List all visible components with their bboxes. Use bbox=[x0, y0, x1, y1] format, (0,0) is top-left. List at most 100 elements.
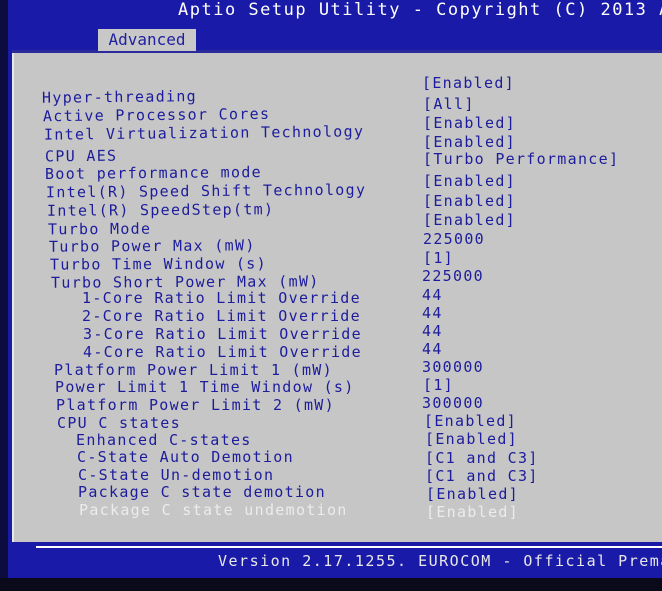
setting-row[interactable]: Intel(R) SpeedStep(tm) bbox=[47, 200, 274, 220]
setting-row[interactable]: 4-Core Ratio Limit Override bbox=[83, 343, 362, 361]
setting-label: CPU AES bbox=[44, 146, 118, 166]
setting-value[interactable]: [Turbo Performance] bbox=[423, 150, 619, 168]
monitor-bezel bbox=[0, 0, 8, 591]
setting-label: 4-Core Ratio Limit Override bbox=[83, 343, 362, 361]
setting-row[interactable]: C-State Auto Demotion bbox=[77, 448, 294, 466]
tab-advanced[interactable]: Advanced bbox=[98, 29, 196, 51]
setting-value-text: [Enabled] bbox=[423, 172, 516, 190]
setting-value[interactable]: [Enabled] bbox=[423, 211, 516, 229]
setting-value-text: 225000 bbox=[423, 230, 485, 248]
setting-value[interactable]: [All] bbox=[423, 95, 475, 113]
setting-row[interactable]: C-State Un-demotion bbox=[78, 466, 274, 484]
setting-value-text: [C1 and C3] bbox=[425, 449, 539, 467]
setting-value-text: 300000 bbox=[422, 394, 484, 412]
setting-label: Turbo Mode bbox=[47, 219, 152, 239]
setting-label: Turbo Time Window (s) bbox=[49, 254, 267, 274]
setting-value-text: 44 bbox=[422, 322, 443, 340]
setting-label: Active Processor Cores bbox=[42, 104, 271, 126]
version-footer: Version 2.17.1255. EUROCOM - Official Pr… bbox=[218, 552, 662, 570]
setting-value[interactable]: [Enabled] bbox=[423, 172, 516, 190]
setting-value-text: [Enabled] bbox=[424, 412, 517, 430]
monitor-bezel-bottom bbox=[0, 578, 662, 591]
setting-value[interactable]: 44 bbox=[422, 322, 443, 340]
setting-label: Boot performance mode bbox=[44, 163, 263, 183]
utility-title: Aptio Setup Utility - Copyright (C) 2013… bbox=[178, 0, 662, 20]
setting-label: Power Limit 1 Time Window (s) bbox=[55, 378, 355, 396]
setting-row[interactable]: Turbo Time Window (s) bbox=[50, 254, 267, 273]
setting-row[interactable]: CPU AES bbox=[45, 147, 117, 166]
setting-value[interactable]: [Enabled] bbox=[423, 114, 516, 132]
setting-value-text: [Enabled] bbox=[425, 430, 518, 448]
setting-value-text: [1] bbox=[423, 376, 454, 394]
setting-label: CPU C states bbox=[57, 414, 181, 432]
setting-row[interactable]: Platform Power Limit 1 (mW) bbox=[54, 361, 333, 379]
setting-row[interactable]: Active Processor Cores bbox=[43, 105, 270, 125]
setting-row[interactable]: CPU C states bbox=[57, 414, 181, 432]
setting-value-text: [Turbo Performance] bbox=[423, 150, 620, 168]
setting-label: Platform Power Limit 2 (mW) bbox=[56, 396, 335, 414]
setting-row[interactable]: Turbo Power Max (mW) bbox=[49, 236, 256, 255]
setting-value-text: 300000 bbox=[422, 358, 484, 376]
setting-value[interactable]: [Enabled] bbox=[423, 192, 516, 210]
setting-value-text: [Enabled] bbox=[423, 114, 516, 132]
setting-row[interactable]: Power Limit 1 Time Window (s) bbox=[55, 378, 355, 396]
setting-value-text: [C1 and C3] bbox=[425, 467, 539, 485]
setting-value[interactable]: [1] bbox=[423, 249, 454, 267]
setting-value[interactable]: [C1 and C3] bbox=[425, 467, 539, 485]
setting-label: Intel(R) SpeedStep(tm) bbox=[46, 200, 275, 220]
setting-value[interactable]: [Enabled] bbox=[426, 485, 519, 503]
setting-label: 3-Core Ratio Limit Override bbox=[83, 325, 362, 343]
setting-value[interactable]: 44 bbox=[422, 286, 443, 304]
setting-row[interactable]: Intel Virtualization Technology bbox=[44, 122, 364, 143]
setting-value[interactable]: [Enabled] bbox=[424, 412, 517, 430]
setting-value-text: 225000 bbox=[422, 267, 484, 285]
setting-row[interactable]: Intel(R) Speed Shift Technology bbox=[46, 181, 366, 202]
setting-value[interactable]: [1] bbox=[423, 376, 454, 394]
setting-label: Package C state demotion bbox=[78, 483, 326, 501]
setting-value[interactable]: 225000 bbox=[422, 267, 484, 285]
setting-value[interactable]: [Enabled] bbox=[423, 133, 516, 151]
setting-label: 1-Core Ratio Limit Override bbox=[82, 289, 361, 307]
setting-value-text: 44 bbox=[422, 340, 443, 358]
setting-row[interactable]: 3-Core Ratio Limit Override bbox=[83, 325, 362, 343]
setting-label: Intel(R) Speed Shift Technology bbox=[45, 180, 367, 202]
setting-value-text: [Enabled] bbox=[422, 74, 515, 92]
setting-row[interactable]: Turbo Mode bbox=[48, 220, 151, 239]
setting-value-text: [1] bbox=[423, 249, 454, 267]
setting-label: Enhanced C-states bbox=[76, 431, 252, 449]
setting-label: Intel Virtualization Technology bbox=[43, 122, 365, 144]
setting-row[interactable]: Hyper-threading bbox=[42, 87, 197, 107]
setting-value-text: 44 bbox=[422, 286, 443, 304]
setting-row-disabled: Package C state undemotion bbox=[79, 501, 348, 519]
setting-row[interactable]: Platform Power Limit 2 (mW) bbox=[56, 396, 335, 414]
setting-value[interactable]: 300000 bbox=[422, 394, 484, 412]
setting-value-text: [Enabled] bbox=[426, 485, 519, 503]
setting-value[interactable]: 300000 bbox=[422, 358, 484, 376]
setting-value-text: [All] bbox=[423, 95, 475, 113]
setting-label: 2-Core Ratio Limit Override bbox=[82, 307, 361, 325]
setting-value-disabled: [Enabled] bbox=[426, 503, 519, 521]
setting-value-text: [Enabled] bbox=[423, 192, 516, 210]
setting-value[interactable]: [C1 and C3] bbox=[425, 449, 539, 467]
setting-label: Turbo Power Max (mW) bbox=[48, 236, 256, 256]
setting-value[interactable]: 44 bbox=[422, 340, 443, 358]
setting-value-text: [Enabled] bbox=[423, 133, 516, 151]
setting-value[interactable]: [Enabled] bbox=[422, 74, 515, 92]
setting-value-text: [Enabled] bbox=[426, 503, 519, 521]
setting-label: C-State Un-demotion bbox=[78, 466, 275, 484]
setting-value-text: [Enabled] bbox=[423, 211, 516, 229]
setting-value[interactable]: 225000 bbox=[423, 230, 485, 248]
setting-row[interactable]: Enhanced C-states bbox=[76, 431, 252, 449]
setting-value[interactable]: [Enabled] bbox=[425, 430, 518, 448]
setting-label: Package C state undemotion bbox=[79, 501, 348, 519]
setting-value-text: 44 bbox=[422, 304, 443, 322]
setting-row[interactable]: 2-Core Ratio Limit Override bbox=[82, 307, 361, 325]
setting-row[interactable]: Boot performance mode bbox=[45, 163, 262, 183]
setting-label: Hyper-threading bbox=[41, 87, 198, 107]
setting-label: Platform Power Limit 1 (mW) bbox=[54, 361, 333, 379]
setting-row[interactable]: 1-Core Ratio Limit Override bbox=[82, 289, 361, 307]
bios-screen: Aptio Setup Utility - Copyright (C) 2013… bbox=[0, 0, 662, 591]
setting-label: C-State Auto Demotion bbox=[77, 448, 294, 466]
setting-value[interactable]: 44 bbox=[422, 304, 443, 322]
setting-row[interactable]: Package C state demotion bbox=[78, 483, 326, 501]
